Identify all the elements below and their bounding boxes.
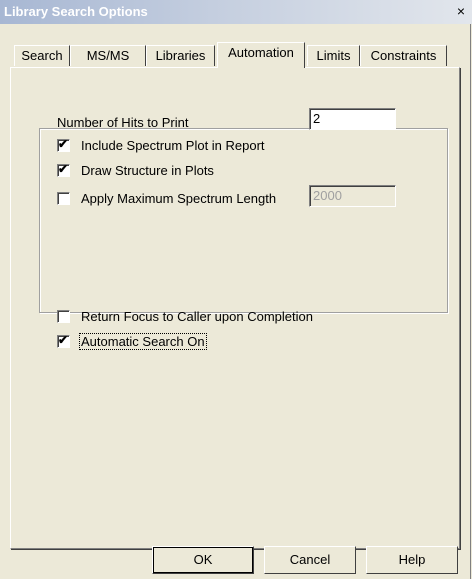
- tab-label: Libraries: [155, 48, 206, 63]
- ok-button[interactable]: OK: [152, 546, 254, 574]
- checkmark-icon: ✔: [58, 162, 69, 176]
- return-focus-label: Return Focus to Caller upon Completion: [81, 309, 313, 324]
- cancel-button[interactable]: Cancel: [264, 546, 356, 574]
- automatic-search-checkbox[interactable]: ✔: [57, 333, 70, 348]
- automation-panel: Number of Hits to Print 2 ✔ Include Spec…: [10, 67, 460, 549]
- window-title: Library Search Options: [4, 4, 148, 19]
- checkmark-icon: ✔: [58, 333, 69, 347]
- hits-label: Number of Hits to Print: [57, 115, 189, 130]
- apply-max-length-label: Apply Maximum Spectrum Length: [81, 191, 277, 206]
- tab-search[interactable]: Search: [14, 45, 70, 66]
- tab-automation[interactable]: Automation: [217, 42, 305, 68]
- include-plot-checkbox[interactable]: ✔: [57, 137, 70, 152]
- draw-structure-label: Draw Structure in Plots: [81, 163, 214, 178]
- title-bar: Library Search Options ×: [0, 0, 472, 24]
- tab-label: Automation: [228, 45, 294, 60]
- help-button[interactable]: Help: [366, 546, 458, 574]
- apply-max-length-checkbox[interactable]: [57, 192, 70, 205]
- close-icon[interactable]: ×: [453, 2, 469, 20]
- tab-label: Constraints: [370, 48, 437, 63]
- tab-constraints[interactable]: Constraints: [360, 45, 447, 66]
- tab-libraries[interactable]: Libraries: [146, 45, 215, 66]
- tab-msms[interactable]: MS/MS: [70, 45, 146, 66]
- dialog-body: Search MS/MS Libraries Automation Limits…: [0, 24, 471, 579]
- include-plot-label: Include Spectrum Plot in Report: [81, 138, 265, 153]
- checkmark-icon: ✔: [58, 137, 69, 151]
- hits-input[interactable]: 2: [309, 108, 396, 130]
- draw-structure-checkbox[interactable]: ✔: [57, 162, 70, 177]
- tab-limits[interactable]: Limits: [307, 45, 360, 66]
- tab-label: MS/MS: [86, 48, 130, 63]
- ok-label: OK: [193, 552, 213, 567]
- tab-label: Search: [21, 48, 63, 63]
- automatic-search-label: Automatic Search On: [79, 333, 207, 350]
- tab-label: Limits: [316, 48, 351, 63]
- max-length-input[interactable]: 2000: [309, 185, 396, 207]
- print-options-group: [39, 128, 448, 313]
- return-focus-checkbox[interactable]: [57, 310, 70, 323]
- help-label: Help: [398, 552, 426, 567]
- cancel-label: Cancel: [289, 552, 331, 567]
